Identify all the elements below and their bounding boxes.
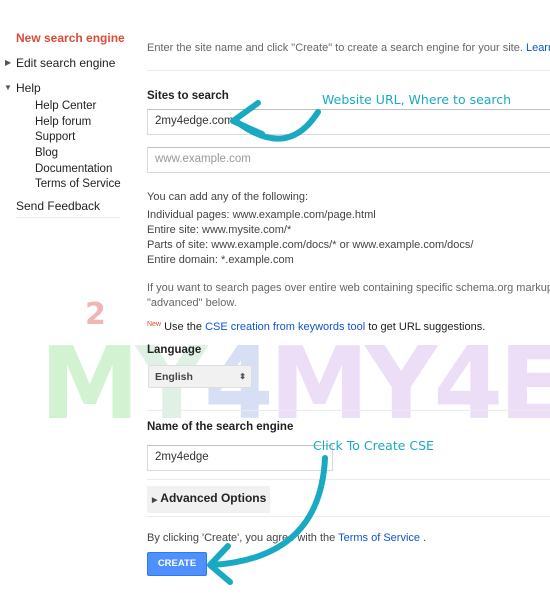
annotation-arrows <box>0 0 550 600</box>
annotation-url: Website URL, Where to search <box>322 92 511 107</box>
arrow-to-url-head <box>233 103 262 134</box>
annotation-create: Click To Create CSE <box>313 438 434 453</box>
